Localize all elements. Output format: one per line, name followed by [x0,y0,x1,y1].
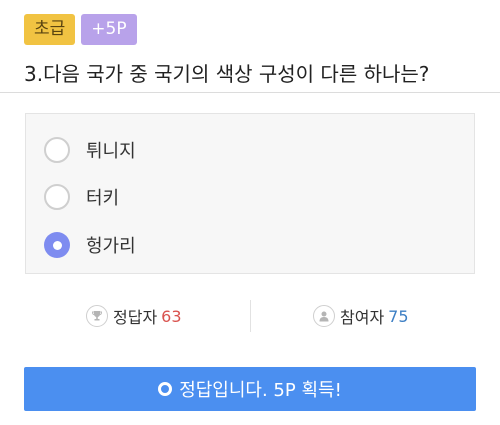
radio-dot [52,240,62,250]
badge-row: 초급 +5P [24,14,137,45]
trophy-icon [86,305,108,327]
result-button[interactable]: 정답입니다. 5P 획득! [24,367,476,411]
question-divider [0,92,500,93]
radio-button[interactable] [44,137,70,163]
options-panel: 튀니지 터키 헝가리 [25,113,475,274]
points-badge: +5P [81,14,137,45]
correct-count: 63 [161,306,182,326]
correct-stat: 정답자 63 [86,304,182,328]
option-turkey[interactable]: 터키 [44,182,119,212]
stats-row: 정답자 63 참여자 75 [0,300,500,332]
participants-stat: 참여자 75 [313,304,409,328]
participants-count: 75 [388,306,409,326]
radio-button-selected[interactable] [44,232,70,258]
option-hungary[interactable]: 헝가리 [44,230,136,260]
correct-label: 정답자 [113,308,158,327]
check-circle-icon [158,382,173,396]
option-label: 터키 [86,188,120,209]
option-label: 튀니지 [86,141,136,162]
level-badge: 초급 [24,14,76,45]
option-label: 헝가리 [86,236,136,257]
user-icon [313,305,335,327]
result-message: 정답입니다. 5P 획득! [179,380,342,401]
radio-button[interactable] [44,184,70,210]
question-text: 3.다음 국가 중 국기의 색상 구성이 다른 하나는? [24,62,430,86]
participants-label: 참여자 [340,308,385,327]
stats-divider [250,300,251,332]
option-tunisia[interactable]: 튀니지 [44,135,136,165]
